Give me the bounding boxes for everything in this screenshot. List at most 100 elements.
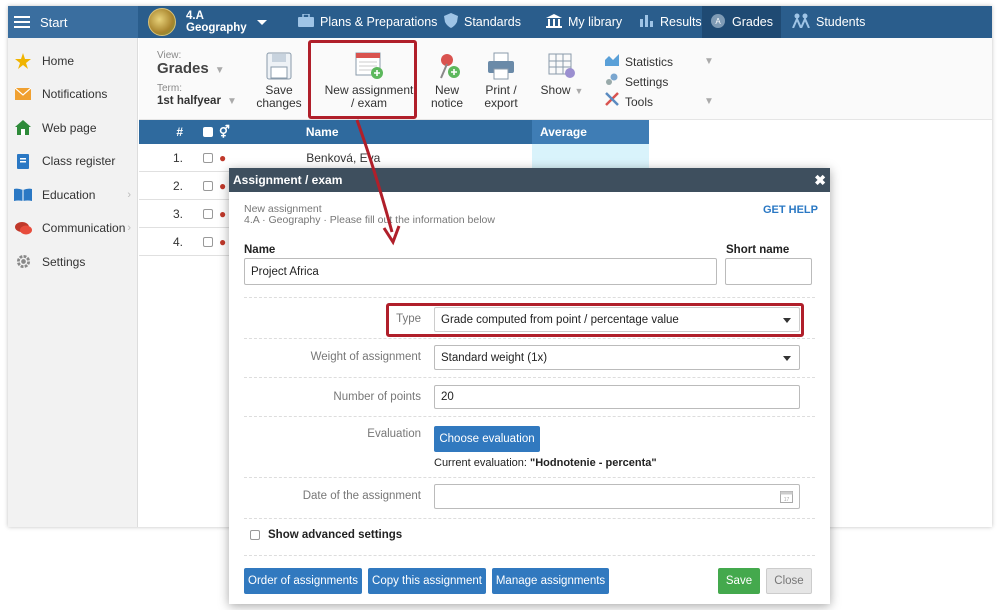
row-checkbox[interactable] bbox=[203, 152, 213, 163]
get-help-link[interactable]: GET HELP bbox=[763, 204, 818, 216]
term-selector[interactable]: 1st halfyear ▼ bbox=[157, 95, 237, 108]
order-assignments-button[interactable]: Order of assignments bbox=[244, 568, 362, 594]
row-checkbox[interactable] bbox=[203, 236, 213, 247]
settings-menu[interactable]: Settings bbox=[604, 72, 673, 92]
points-input[interactable]: 20 bbox=[434, 385, 800, 409]
chat-icon bbox=[14, 220, 32, 236]
grades-icon: A bbox=[710, 13, 726, 32]
print-export-button[interactable]: Print / export bbox=[479, 52, 523, 110]
date-label: Date of the assignment bbox=[302, 490, 421, 502]
sidebar-item-settings[interactable]: Settings bbox=[8, 245, 137, 279]
sidebar-item-class-register[interactable]: Class register bbox=[8, 145, 137, 179]
dialog-header: Assignment / exam ✖ bbox=[229, 168, 830, 192]
copy-assignment-button[interactable]: Copy this assignment bbox=[368, 568, 486, 594]
evaluation-label: Evaluation bbox=[367, 428, 421, 440]
area-chart-icon bbox=[604, 52, 620, 72]
student-avatar: ● bbox=[219, 178, 227, 193]
average-header: Average bbox=[532, 120, 649, 144]
sidebar-item-web-page[interactable]: Web page bbox=[8, 111, 137, 145]
type-highlight bbox=[386, 303, 804, 337]
save-button[interactable]: Save bbox=[718, 568, 760, 594]
close-icon[interactable]: ✖ bbox=[814, 172, 826, 189]
subject-name: Geography bbox=[186, 22, 247, 34]
short-name-input[interactable] bbox=[725, 258, 812, 285]
sidebar-item-communication[interactable]: Communication › bbox=[8, 212, 137, 246]
assignment-dialog: Assignment / exam ✖ New assignment 4.A ·… bbox=[229, 168, 830, 604]
house-icon bbox=[14, 120, 32, 136]
chevron-down-icon: ▼ bbox=[226, 96, 237, 107]
divider bbox=[244, 377, 815, 378]
chevron-down-icon: ▼ bbox=[704, 56, 714, 67]
tools-icon bbox=[604, 92, 620, 112]
sidebar: Home Notifications Web page Class regist… bbox=[8, 38, 138, 527]
name-label: Name bbox=[244, 244, 276, 256]
star-icon bbox=[14, 52, 32, 69]
current-evaluation: Current evaluation: "Hodnotenie - percen… bbox=[434, 457, 657, 469]
chevron-down-icon: ▼ bbox=[574, 86, 584, 96]
gears-icon bbox=[604, 72, 620, 92]
svg-text:A: A bbox=[715, 17, 721, 26]
tools-menu[interactable]: Tools ▼ bbox=[604, 92, 714, 112]
chevron-down-icon: ▼ bbox=[704, 96, 714, 107]
floppy-disk-icon bbox=[264, 52, 294, 80]
row-checkbox[interactable] bbox=[203, 208, 213, 219]
sidebar-item-home[interactable]: Home bbox=[8, 44, 137, 78]
chevron-down-icon bbox=[256, 19, 267, 25]
calendar-icon[interactable]: 17 bbox=[780, 490, 793, 506]
nav-standards[interactable]: Standards bbox=[436, 6, 529, 38]
divider bbox=[244, 518, 815, 519]
nav-students[interactable]: Students bbox=[784, 6, 873, 38]
briefcase-icon bbox=[298, 13, 314, 30]
new-assignment-highlight bbox=[308, 40, 417, 119]
dialog-title: Assignment / exam bbox=[233, 173, 343, 187]
weight-select[interactable]: Standard weight (1x) bbox=[434, 345, 800, 370]
library-icon bbox=[546, 13, 562, 31]
divider bbox=[244, 555, 815, 556]
divider bbox=[244, 338, 815, 339]
divider bbox=[244, 477, 815, 478]
students-icon bbox=[792, 13, 810, 31]
advanced-checkbox[interactable] bbox=[250, 530, 260, 540]
new-notice-button[interactable]: New notice bbox=[429, 52, 465, 110]
register-icon bbox=[14, 153, 32, 169]
weight-label: Weight of assignment bbox=[310, 351, 421, 363]
date-input[interactable]: 17 bbox=[434, 484, 800, 509]
nav-results[interactable]: Results bbox=[632, 6, 710, 38]
grid-settings-icon bbox=[547, 52, 577, 80]
gear-icon bbox=[14, 254, 32, 270]
top-bar: Start 4.A Geography Plans & Preparations… bbox=[8, 6, 992, 38]
student-avatar: ● bbox=[219, 206, 227, 221]
manage-assignments-button[interactable]: Manage assignments bbox=[492, 568, 609, 594]
start-label: Start bbox=[40, 14, 68, 30]
nav-grades[interactable]: A Grades bbox=[702, 6, 781, 38]
nav-plans[interactable]: Plans & Preparations bbox=[290, 6, 445, 38]
advanced-settings-toggle[interactable]: Show advanced settings bbox=[250, 529, 402, 541]
choose-evaluation-button[interactable]: Choose evaluation bbox=[434, 426, 540, 452]
select-all-checkbox[interactable] bbox=[203, 127, 213, 137]
dialog-context: 4.A · Geography · Please fill out the in… bbox=[244, 214, 495, 226]
short-name-label: Short name bbox=[726, 244, 790, 256]
view-selector[interactable]: View: Grades ▼ Term: 1st halfyear ▼ bbox=[157, 50, 237, 108]
row-checkbox[interactable] bbox=[203, 180, 213, 191]
toolbar: View: Grades ▼ Term: 1st halfyear ▼ Save c… bbox=[139, 38, 992, 120]
statistics-menu[interactable]: Statistics ▼ bbox=[604, 52, 714, 72]
class-selector[interactable]: 4.A Geography bbox=[148, 6, 267, 38]
chevron-right-icon: › bbox=[127, 188, 131, 201]
class-name: 4.A bbox=[186, 10, 204, 22]
hamburger-icon bbox=[14, 16, 30, 28]
show-menu-button[interactable]: Show ▼ bbox=[539, 52, 585, 98]
nav-my-library[interactable]: My library bbox=[538, 6, 630, 38]
gender-icon: ⚥ bbox=[219, 125, 230, 139]
chevron-down-icon: ▼ bbox=[214, 65, 225, 76]
save-changes-button[interactable]: Save changes bbox=[255, 52, 303, 110]
sidebar-item-notifications[interactable]: Notifications bbox=[8, 78, 137, 112]
sidebar-item-education[interactable]: Education › bbox=[8, 178, 137, 212]
printer-icon bbox=[486, 52, 516, 80]
start-menu-button[interactable]: Start bbox=[8, 6, 138, 38]
divider bbox=[244, 416, 815, 417]
close-button[interactable]: Close bbox=[766, 568, 812, 594]
svg-text:17: 17 bbox=[784, 497, 790, 503]
name-input[interactable]: Project Africa bbox=[244, 258, 717, 285]
toolbar-menu: Statistics ▼ Settings Tools ▼ bbox=[604, 52, 714, 112]
shield-icon bbox=[444, 13, 458, 31]
